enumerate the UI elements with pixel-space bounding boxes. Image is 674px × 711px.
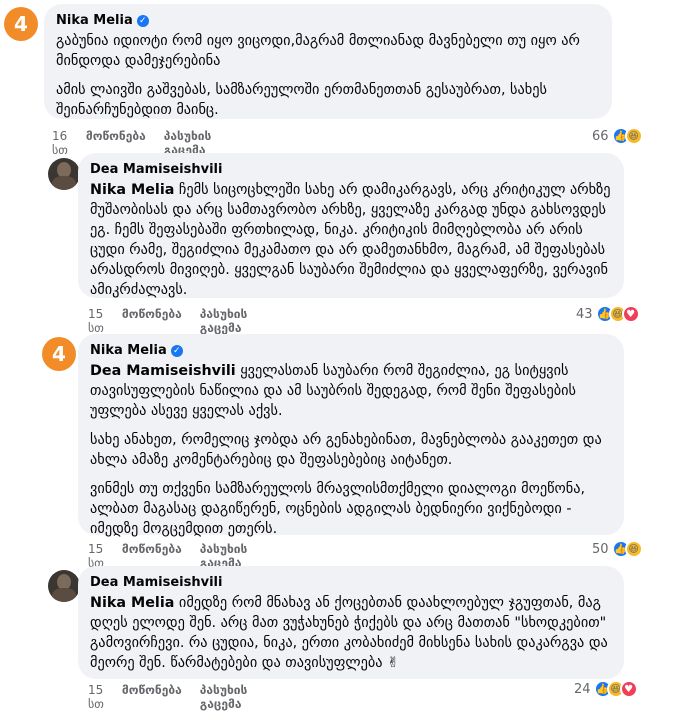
like-button[interactable]: მოწონება	[122, 307, 182, 335]
love-reaction-icon: ♥	[619, 680, 638, 698]
haha-reaction-icon: 😆	[624, 127, 643, 145]
comment-paragraph: ამის ლაივში გაშვებას, სამზარეულოში ერთმა…	[56, 82, 547, 118]
comment-author[interactable]: Dea Mamiseishvili	[90, 161, 222, 178]
avatar[interactable]: 4	[4, 7, 38, 41]
haha-reaction-icon: 😆	[624, 540, 643, 558]
comment-author[interactable]: Dea Mamiseishvili	[90, 574, 222, 591]
love-reaction-icon: ♥	[621, 305, 640, 323]
comment-author[interactable]: Nika Melia	[90, 342, 167, 359]
mention-link[interactable]: Nika Melia	[90, 182, 174, 198]
verified-badge-icon: ✓	[136, 14, 149, 27]
reaction-count: 50	[592, 541, 609, 557]
mention-link[interactable]: Nika Melia	[90, 595, 174, 611]
comment-bubble: Nika Melia ✓ Dea Mamiseishvili ყველასთან…	[78, 334, 624, 537]
comment-author[interactable]: Nika Melia	[56, 12, 133, 29]
reaction-summary[interactable]: 50 👍 😆	[592, 540, 643, 558]
reaction-count: 66	[592, 128, 609, 144]
reaction-summary[interactable]: 66 👍 😆	[592, 127, 643, 145]
avatar[interactable]: 4	[42, 337, 76, 371]
comment-text: Nika Melia ჩემს სიცოცხლეში სახე არ დამიკ…	[90, 180, 612, 300]
reaction-count: 43	[576, 306, 593, 322]
comment-paragraph: გაბუნია იდიოტი რომ იყო ვიცოდი,მაგრამ მთლ…	[56, 33, 580, 69]
like-button[interactable]: მოწონება	[122, 683, 182, 711]
reply-button[interactable]: პასუხის გაცემა	[200, 683, 248, 711]
avatar[interactable]	[48, 158, 80, 190]
reaction-summary[interactable]: 43 👍 😆 ♥	[576, 305, 640, 323]
comment-actions: 15 სთ მოწონება პასუხის გაცემა	[88, 307, 247, 335]
comment-timestamp[interactable]: 15 სთ	[88, 307, 104, 335]
verified-badge-icon: ✓	[170, 344, 183, 357]
comment-actions: 15 სთ მოწონება პასუხის გაცემა	[88, 683, 247, 711]
reaction-summary[interactable]: 24 👍 😆 ♥	[574, 680, 638, 698]
reply-button[interactable]: პასუხის გაცემა	[200, 307, 248, 335]
mention-link[interactable]: Dea Mamiseishvili	[90, 363, 236, 379]
reaction-count: 24	[574, 681, 591, 697]
comment-bubble: Nika Melia ✓ გაბუნია იდიოტი რომ იყო ვიცო…	[44, 4, 612, 119]
avatar-number: 4	[14, 12, 28, 36]
comment-timestamp[interactable]: 15 სთ	[88, 683, 104, 711]
comment-text: Dea Mamiseishvili ყველასთან საუბარი რომ …	[90, 361, 612, 539]
avatar[interactable]	[48, 570, 80, 602]
comment-bubble: Dea Mamiseishvili Nika Melia ჩემს სიცოცხ…	[78, 153, 624, 298]
comment-text: Nika Melia იმედზე რომ მნახავ ან ქოცებთან…	[90, 593, 612, 673]
avatar-number: 4	[52, 342, 66, 366]
comment-timestamp[interactable]: 16 სთ	[52, 129, 68, 157]
comment-paragraph: სახე ანახეთ, რომელიც ჯობდა არ გენახებინა…	[90, 432, 602, 468]
comment-paragraph: ვინმეს თუ თქვენი სამზარეულოს მრავლისმთქმ…	[90, 481, 585, 537]
comment-paragraph: ჩემს სიცოცხლეში სახე არ დამიკარგავს, არც…	[90, 182, 611, 298]
comment-text: გაბუნია იდიოტი რომ იყო ვიცოდი,მაგრამ მთლ…	[56, 31, 600, 120]
comment-bubble: Dea Mamiseishvili Nika Melia იმედზე რომ …	[78, 566, 624, 679]
